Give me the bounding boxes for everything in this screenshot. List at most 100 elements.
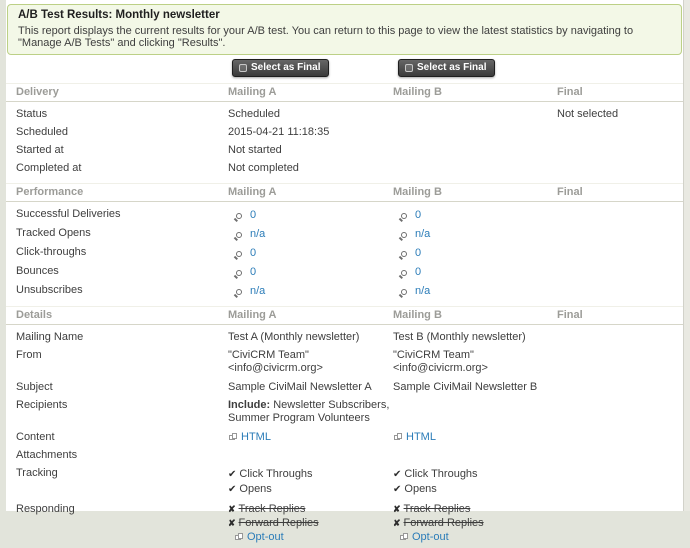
magnifier-icon[interactable]	[401, 213, 407, 219]
cell-empty	[557, 503, 683, 545]
column-header-mailing-a: Mailing A	[228, 186, 393, 198]
cross-icon: ✘	[393, 518, 401, 528]
cell-empty	[557, 467, 683, 497]
cell-empty	[557, 284, 683, 297]
cell-empty	[557, 227, 683, 240]
section-title-details: Details	[6, 309, 228, 321]
status-value-a: Scheduled	[228, 108, 393, 120]
magnifier-icon[interactable]	[236, 289, 242, 295]
from-a-name: "CiviCRM Team"	[228, 349, 393, 362]
envelope-icon	[239, 64, 247, 72]
row-label: Click-throughs	[6, 246, 228, 259]
content-html-link-a[interactable]: HTML	[241, 431, 271, 443]
row-label: Started at	[6, 144, 228, 156]
section-title-performance: Performance	[6, 186, 228, 198]
magnifier-icon[interactable]	[401, 270, 407, 276]
tracking-item: Opens	[239, 483, 271, 495]
status-value-final: Not selected	[557, 108, 683, 120]
responding-a: ✘Track Replies ✘Forward Replies Opt-out	[228, 503, 393, 545]
details-section: Details Mailing A Mailing B Final Mailin…	[6, 306, 683, 548]
unsubscribes-link-a[interactable]: n/a	[250, 285, 265, 297]
click-throughs-link-b[interactable]: 0	[415, 247, 421, 259]
popup-window-icon	[229, 435, 235, 440]
table-row-from: From "CiviCRM Team" <info@civicrm.org> "…	[6, 346, 683, 378]
cell-empty	[393, 162, 557, 174]
buttons-row: Select as Final Select as Final	[6, 59, 683, 77]
from-a: "CiviCRM Team" <info@civicrm.org>	[228, 349, 393, 375]
magnifier-icon[interactable]	[236, 251, 242, 257]
magnifier-icon[interactable]	[401, 289, 407, 295]
cross-icon: ✘	[393, 504, 401, 514]
responding-disabled-item: Forward Replies	[404, 517, 484, 529]
cell-empty	[393, 399, 557, 425]
unsubscribes-link-b[interactable]: n/a	[415, 285, 430, 297]
status-value-b	[393, 108, 557, 120]
tracked-opens-link-a[interactable]: n/a	[250, 228, 265, 240]
successful-deliveries-link-b[interactable]: 0	[415, 209, 421, 221]
column-header-mailing-b: Mailing B	[393, 309, 557, 321]
magnifier-icon[interactable]	[236, 232, 242, 238]
bounces-link-a[interactable]: 0	[250, 266, 256, 278]
cell-empty	[557, 331, 683, 343]
opt-out-link-a[interactable]: Opt-out	[247, 531, 284, 543]
table-row-successful-deliveries: Successful Deliveries 0 0	[6, 205, 683, 224]
recipients-include-label: Include:	[228, 399, 270, 411]
popup-window-icon	[400, 535, 406, 540]
cell-empty	[557, 265, 683, 278]
table-row-bounces: Bounces 0 0	[6, 262, 683, 281]
cell-empty	[228, 449, 393, 461]
row-label: Scheduled	[6, 126, 228, 138]
magnifier-icon[interactable]	[236, 270, 242, 276]
tracking-item: Click Throughs	[239, 468, 312, 480]
row-label: Content	[6, 431, 228, 443]
cell-empty	[557, 208, 683, 221]
click-throughs-link-a[interactable]: 0	[250, 247, 256, 259]
table-row-started-at: Started at Not started	[6, 141, 683, 159]
column-header-mailing-a: Mailing A	[228, 309, 393, 321]
tracked-opens-link-b[interactable]: n/a	[415, 228, 430, 240]
column-header-final: Final	[557, 309, 683, 321]
select-as-final-label-a: Select as Final	[251, 62, 320, 73]
help-description: This report displays the current results…	[18, 25, 671, 49]
cell-empty	[393, 126, 557, 138]
table-row-mailing-name: Mailing Name Test A (Monthly newsletter)…	[6, 328, 683, 346]
vertical-scrollbar[interactable]	[683, 0, 690, 511]
subject-a: Sample CiviMail Newsletter A	[228, 381, 393, 393]
cell-empty	[557, 349, 683, 375]
performance-section-header: Performance Mailing A Mailing B Final	[6, 183, 683, 202]
row-label: Tracked Opens	[6, 227, 228, 240]
check-icon: ✔	[393, 484, 401, 495]
section-title-delivery: Delivery	[6, 86, 228, 98]
started-value-a: Not started	[228, 144, 393, 156]
from-b-name: "CiviCRM Team"	[393, 349, 557, 362]
select-as-final-button-b[interactable]: Select as Final	[398, 59, 495, 77]
table-row-responding: Responding ✘Track Replies ✘Forward Repli…	[6, 500, 683, 548]
page-title: A/B Test Results: Monthly newsletter	[18, 9, 671, 22]
opt-out-link-b[interactable]: Opt-out	[412, 531, 449, 543]
cell-empty	[393, 449, 557, 461]
table-row-scheduled: Scheduled 2015-04-21 11:18:35	[6, 123, 683, 141]
bounces-link-b[interactable]: 0	[415, 266, 421, 278]
column-header-final: Final	[557, 186, 683, 198]
cell-empty	[557, 144, 683, 156]
row-label: Recipients	[6, 399, 228, 425]
magnifier-icon[interactable]	[401, 232, 407, 238]
cell-empty	[557, 399, 683, 425]
completed-value-a: Not completed	[228, 162, 393, 174]
row-label: Bounces	[6, 265, 228, 278]
row-label: Attachments	[6, 449, 228, 461]
table-row-tracking: Tracking ✔Click Throughs ✔Opens ✔Click T…	[6, 464, 683, 500]
table-row-unsubscribes: Unsubscribes n/a n/a	[6, 281, 683, 300]
row-label: From	[6, 349, 228, 375]
select-as-final-button-a[interactable]: Select as Final	[232, 59, 329, 77]
row-label: Status	[6, 108, 228, 120]
cell-empty	[557, 449, 683, 461]
tracking-item: Click Throughs	[404, 468, 477, 480]
magnifier-icon[interactable]	[401, 251, 407, 257]
magnifier-icon[interactable]	[236, 213, 242, 219]
recipients-a: Include: Newsletter Subscribers, Summer …	[228, 399, 393, 425]
table-row-subject: Subject Sample CiviMail Newsletter A Sam…	[6, 378, 683, 396]
successful-deliveries-link-a[interactable]: 0	[250, 209, 256, 221]
content-html-link-b[interactable]: HTML	[406, 431, 436, 443]
column-header-mailing-b: Mailing B	[393, 86, 557, 98]
